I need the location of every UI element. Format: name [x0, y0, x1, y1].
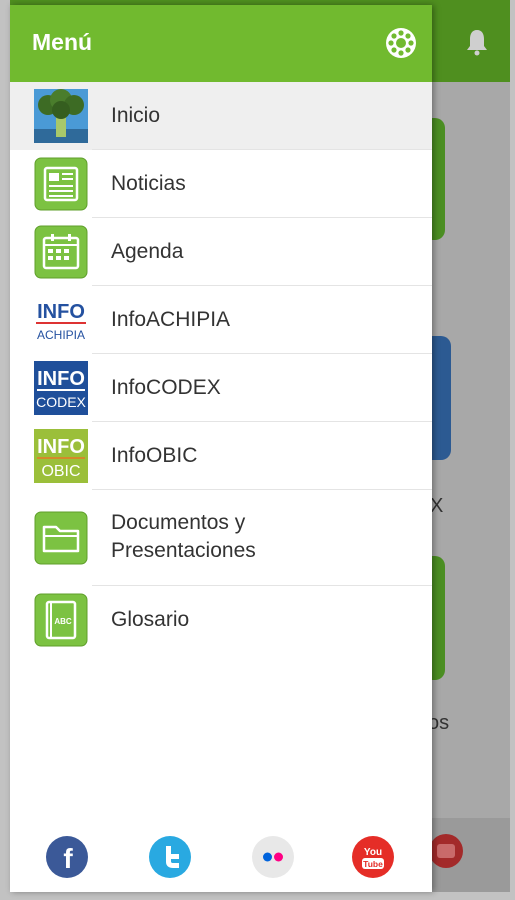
svg-text:You: You	[364, 847, 382, 858]
svg-text:ABC: ABC	[54, 617, 72, 626]
svg-text:ACHIPIA: ACHIPIA	[37, 328, 85, 342]
broccoli-icon	[34, 89, 88, 143]
notification-bell-icon[interactable]	[465, 28, 489, 56]
svg-text:INFO: INFO	[37, 301, 85, 323]
folder-icon	[34, 511, 88, 565]
facebook-icon[interactable]: f	[45, 835, 89, 879]
menu-item-label: Glosario	[111, 608, 190, 631]
twitter-icon[interactable]	[148, 835, 192, 879]
calendar-icon	[34, 225, 88, 279]
drawer-header: Menú	[10, 5, 432, 82]
menu-item-documentos-presentaciones[interactable]: Documentos y Presentaciones	[10, 490, 432, 586]
flickr-icon[interactable]	[251, 835, 295, 879]
menu-item-noticias[interactable]: Noticias	[10, 150, 432, 218]
menu-item-infocodex[interactable]: INFO CODEX InfoCODEX	[10, 354, 432, 422]
menu-item-label: Noticias	[111, 172, 186, 195]
svg-text:CODEX: CODEX	[36, 394, 86, 410]
menu-item-glosario[interactable]: ABC Glosario	[10, 586, 432, 654]
info-obic-logo: INFO OBIC	[34, 429, 88, 483]
menu-item-infoachipia[interactable]: INFO ACHIPIA InfoACHIPIA	[10, 286, 432, 354]
menu-item-label: InfoOBIC	[111, 444, 198, 467]
youtube-icon[interactable]: You Tube	[351, 835, 395, 879]
info-codex-logo: INFO CODEX	[34, 361, 88, 415]
navigation-drawer: Menú Inicio Noticias Agenda INFO ACHIPIA…	[10, 5, 432, 892]
svg-text:INFO: INFO	[37, 368, 85, 390]
newspaper-icon	[34, 157, 88, 211]
drawer-menu: Inicio Noticias Agenda INFO ACHIPIA Info…	[10, 82, 432, 654]
menu-item-inicio[interactable]: Inicio	[10, 82, 432, 150]
settings-gear-icon[interactable]	[384, 26, 418, 60]
menu-item-label: Agenda	[111, 240, 184, 263]
social-links-bar: f You Tube	[10, 823, 432, 893]
svg-text:Tube: Tube	[363, 859, 383, 869]
menu-item-label-line2: Presentaciones	[111, 539, 256, 562]
menu-item-infoobic[interactable]: INFO OBIC InfoOBIC	[10, 422, 432, 490]
info-achipia-logo: INFO ACHIPIA	[34, 293, 88, 347]
menu-item-label: InfoACHIPIA	[111, 308, 231, 331]
glossary-book-icon: ABC	[34, 593, 88, 647]
svg-text:f: f	[63, 843, 73, 874]
background-youtube-icon	[429, 834, 463, 868]
svg-text:INFO: INFO	[37, 436, 85, 458]
menu-item-label: Inicio	[111, 104, 161, 127]
drawer-title: Menú	[32, 29, 93, 55]
menu-item-label: InfoCODEX	[111, 376, 221, 399]
svg-text:OBIC: OBIC	[41, 463, 80, 480]
menu-item-label-line1: Documentos y	[111, 511, 246, 534]
menu-item-agenda[interactable]: Agenda	[10, 218, 432, 286]
background-partial-text: X	[430, 495, 444, 517]
